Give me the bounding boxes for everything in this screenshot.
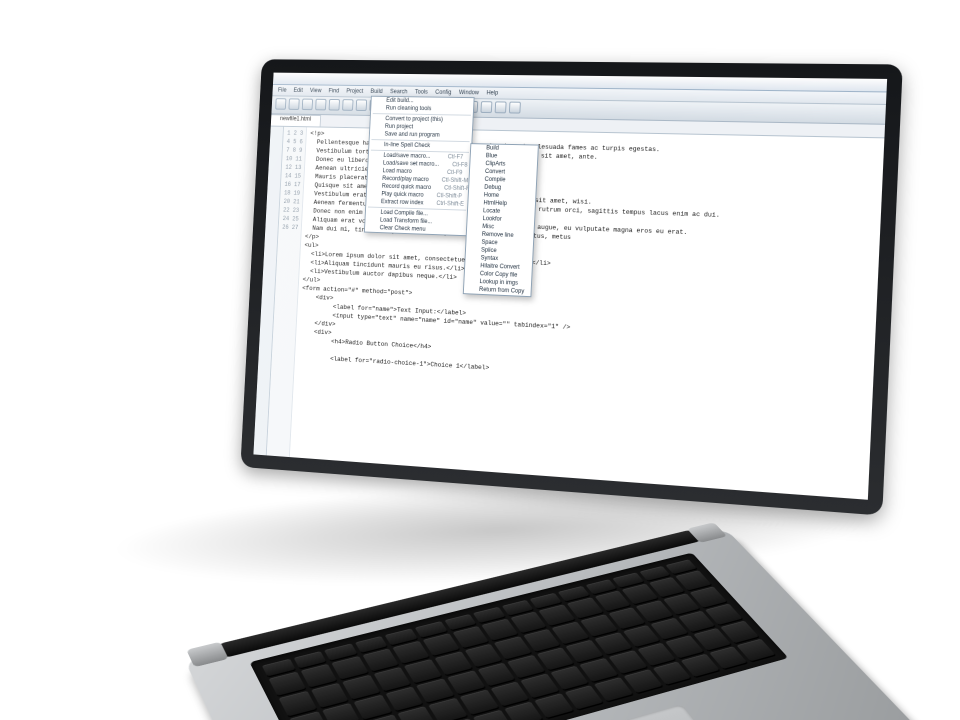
toolbar-button[interactable] bbox=[275, 98, 286, 110]
key bbox=[460, 690, 499, 715]
editor-area: 1 2 3 4 5 6 7 8 9 10 11 12 13 14 15 16 1… bbox=[253, 127, 884, 500]
toolbar-button[interactable] bbox=[302, 99, 313, 111]
toolbar-button[interactable] bbox=[495, 101, 507, 113]
menubar-item[interactable]: Build bbox=[370, 89, 382, 95]
toolbar-button[interactable] bbox=[480, 101, 492, 113]
document-tab[interactable]: newfile1.html bbox=[271, 114, 321, 126]
toolbar-button[interactable] bbox=[329, 99, 340, 111]
menubar-item[interactable]: Find bbox=[328, 88, 339, 94]
menubar-item[interactable]: Tools bbox=[415, 89, 428, 95]
toolbar-button[interactable] bbox=[288, 98, 299, 110]
laptop-lid: File Edit View Find Project Build Search Tools C… bbox=[240, 59, 902, 515]
key bbox=[429, 698, 468, 720]
toolbar-button[interactable] bbox=[342, 99, 353, 111]
menubar-item[interactable]: Project bbox=[346, 88, 363, 94]
submenu-item[interactable]: Return from Copy bbox=[464, 285, 531, 296]
toolbar-button[interactable] bbox=[509, 102, 521, 114]
toolbar-button[interactable] bbox=[356, 99, 367, 111]
editor-window: File Edit View Find Project Build Search Tools C… bbox=[253, 73, 887, 500]
menubar-item[interactable]: Search bbox=[390, 89, 408, 95]
menubar-item[interactable]: File bbox=[278, 87, 287, 93]
menubar-item[interactable]: Window bbox=[459, 90, 479, 96]
key bbox=[416, 678, 454, 702]
toolbar-button[interactable] bbox=[315, 99, 326, 111]
menubar-item[interactable]: Config bbox=[435, 89, 451, 95]
laptop-render: File Edit View Find Project Build Search Tools C… bbox=[0, 0, 960, 720]
menubar-item[interactable]: Help bbox=[486, 90, 498, 96]
menu-primary[interactable]: Edit build...Run cleaning toolsConvert t… bbox=[364, 96, 475, 237]
menu-secondary[interactable]: BuildBlueClipArtsConvertCompileDebugHome… bbox=[463, 143, 539, 297]
menubar-item[interactable]: View bbox=[310, 88, 322, 94]
menubar-item[interactable]: Edit bbox=[293, 88, 302, 94]
